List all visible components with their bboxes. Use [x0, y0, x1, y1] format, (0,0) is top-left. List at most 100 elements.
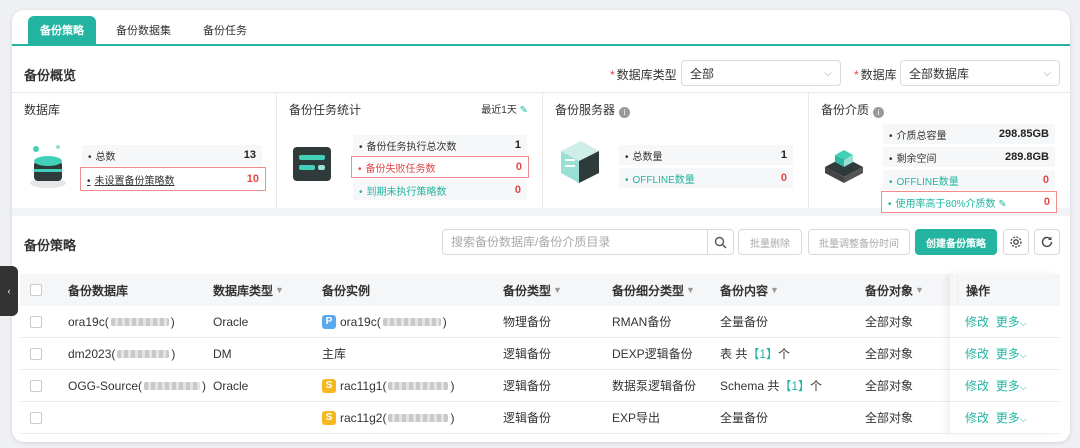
card-title-tasks: 备份任务统计 — [289, 103, 362, 117]
row-checkbox[interactable] — [30, 379, 42, 392]
content-suffix: 个 — [778, 347, 791, 361]
content-count-link[interactable]: 【1】 — [747, 345, 778, 362]
cell-db: ora19c() — [68, 315, 213, 329]
select-all-checkbox[interactable] — [30, 284, 42, 296]
settings-button[interactable] — [1003, 229, 1029, 255]
tab-backup-policy[interactable]: 备份策略 — [28, 16, 96, 44]
policy-title: 备份策略 — [24, 238, 77, 253]
col-backup-type[interactable]: 备份类型 ▼ — [503, 282, 612, 299]
table-row: ora19c() Oracle Pora19c() 物理备份 RMAN备份 全量… — [20, 306, 1060, 338]
cell-actions: 修改 更多⌵ — [957, 345, 1057, 362]
stat-db-unset[interactable]: 未设置备份策略数 10 — [80, 167, 266, 191]
row-checkbox-cell — [20, 315, 68, 328]
stat-media-capacity: 介质总容量 298.85GB — [883, 124, 1055, 144]
standby-tag-icon: S — [322, 378, 336, 393]
stat-label-text: 使用率高于80%介质数 — [895, 198, 996, 210]
db-type-select[interactable]: 全部 ⌵ — [681, 60, 841, 86]
content-prefix: 表 共 — [720, 347, 748, 361]
stat-db-total: 总数 13 — [82, 145, 262, 165]
search-button[interactable] — [707, 230, 733, 254]
policy-table: 备份数据库 数据库类型 ▼ 备份实例 备份类型 ▼ 备份细分类型 ▼ 备份内容 ▼ 备份… — [20, 274, 1060, 434]
tab-backup-task[interactable]: 备份任务 — [191, 16, 259, 44]
refresh-button[interactable] — [1034, 229, 1060, 255]
redacted-text — [382, 317, 441, 326]
cell-dbtype: DM — [213, 346, 232, 361]
cell-subtype: 数据泵逻辑备份 — [612, 379, 697, 393]
info-icon[interactable]: i — [873, 107, 885, 118]
instance-name: rac11g2( — [340, 410, 387, 425]
stat-media-free: 剩余空间 289.8GB — [883, 147, 1055, 167]
more-link[interactable]: 更多⌵ — [996, 377, 1027, 394]
stat-value: 0 — [1042, 174, 1049, 186]
table-row: OGG-Source() Oracle Srac11g1() 逻辑备份 数据泵逻… — [20, 370, 1060, 402]
stat-label: OFFLINE数量 — [625, 171, 695, 186]
edit-link[interactable]: 修改 — [965, 313, 989, 330]
stat-value: 1 — [780, 149, 787, 161]
db-name-end: ) — [202, 378, 207, 393]
stat-task-due: 到期未执行策略数 0 — [353, 180, 527, 200]
stat-media-usage[interactable]: 使用率高于80%介质数 ✎ 0 — [881, 191, 1057, 213]
col-instance: 备份实例 — [322, 283, 371, 298]
stat-value: 13 — [243, 149, 256, 161]
row-checkbox[interactable] — [30, 315, 42, 328]
cell-target: 全部对象 — [865, 315, 914, 329]
db-select[interactable]: 全部数据库 ⌵ — [900, 60, 1060, 86]
filter-icon[interactable]: ▼ — [686, 285, 695, 295]
pencil-icon[interactable]: ✎ — [998, 199, 1006, 210]
stat-value: 289.8GB — [1004, 151, 1049, 163]
edit-link[interactable]: 修改 — [965, 377, 989, 394]
more-link[interactable]: 更多⌵ — [996, 409, 1027, 426]
cell-instance: 主库 — [322, 347, 347, 361]
batch-delete-button[interactable]: 批量删除 — [738, 229, 802, 255]
stat-task-fail[interactable]: 备份失败任务数 0 — [351, 156, 529, 178]
row-checkbox[interactable] — [30, 411, 42, 424]
cell-content: 全量备份 — [720, 411, 769, 425]
stat-server-total: 总数量 1 — [619, 145, 793, 165]
policy-header: 备份策略 批量删除 批量调整备份时间 创建备份策略 — [12, 222, 1070, 262]
filter-icon[interactable]: ▼ — [553, 285, 562, 295]
stat-label: 到期未执行策略数 — [359, 183, 447, 198]
more-link[interactable]: 更多⌵ — [996, 313, 1027, 330]
standby-tag-icon: S — [322, 410, 336, 425]
stat-task-exec: 备份任务执行总次数 1 — [353, 135, 527, 155]
refresh-icon — [1041, 236, 1053, 248]
db-name-end: ) — [170, 314, 175, 329]
row-checkbox[interactable] — [30, 347, 42, 360]
card-media: 备份介质i 介质总容量 298.85GB 剩余空间 289.8GB OFFLIN… — [809, 93, 1070, 213]
col-subtype[interactable]: 备份细分类型 ▼ — [612, 282, 720, 299]
db-type-label: * 数据库类型 — [610, 68, 677, 82]
batch-adjust-time-button[interactable]: 批量调整备份时间 — [808, 229, 910, 255]
col-target[interactable]: 备份对象 ▼ — [865, 282, 957, 299]
cell-btype: 逻辑备份 — [503, 379, 552, 393]
cell-content: 全量备份 — [720, 315, 769, 329]
edit-link[interactable]: 修改 — [965, 409, 989, 426]
card-title-database: 数据库 — [24, 103, 61, 117]
cell-btype: 逻辑备份 — [503, 347, 552, 361]
stat-label: 总数量 — [625, 148, 663, 163]
filter-icon[interactable]: ▼ — [275, 285, 284, 295]
database-illustration-icon — [30, 145, 66, 188]
cell-db: dm2023() — [68, 347, 213, 361]
tab-backup-dataset[interactable]: 备份数据集 — [104, 16, 183, 44]
search-input[interactable] — [443, 235, 707, 249]
col-content[interactable]: 备份内容 ▼ — [720, 282, 865, 299]
tab-bar: 备份策略 备份数据集 备份任务 — [12, 10, 1070, 46]
col-db-type[interactable]: 数据库类型 ▼ — [213, 282, 322, 299]
side-collapse-handle[interactable]: ‹ — [0, 266, 18, 316]
filter-icon[interactable]: ▼ — [770, 285, 779, 295]
stat-label: 未设置备份策略数 — [87, 172, 175, 187]
stat-value: 1 — [514, 139, 521, 151]
instance-name: rac11g1( — [340, 378, 387, 393]
content-count-link[interactable]: 【1】 — [779, 377, 810, 394]
card-title-text: 备份介质 — [821, 103, 870, 117]
db-label-text: 数据库 — [860, 68, 897, 82]
stat-label: 备份失败任务数 — [358, 160, 436, 175]
cell-subtype: RMAN备份 — [612, 315, 672, 329]
cell-actions: 修改 更多⌵ — [957, 313, 1057, 330]
info-icon[interactable]: i — [619, 107, 631, 118]
filter-icon[interactable]: ▼ — [915, 285, 924, 295]
more-link[interactable]: 更多⌵ — [996, 345, 1027, 362]
recent-filter[interactable]: 最近1天 ✎ — [481, 101, 528, 116]
create-policy-button[interactable]: 创建备份策略 — [915, 229, 997, 255]
edit-link[interactable]: 修改 — [965, 345, 989, 362]
